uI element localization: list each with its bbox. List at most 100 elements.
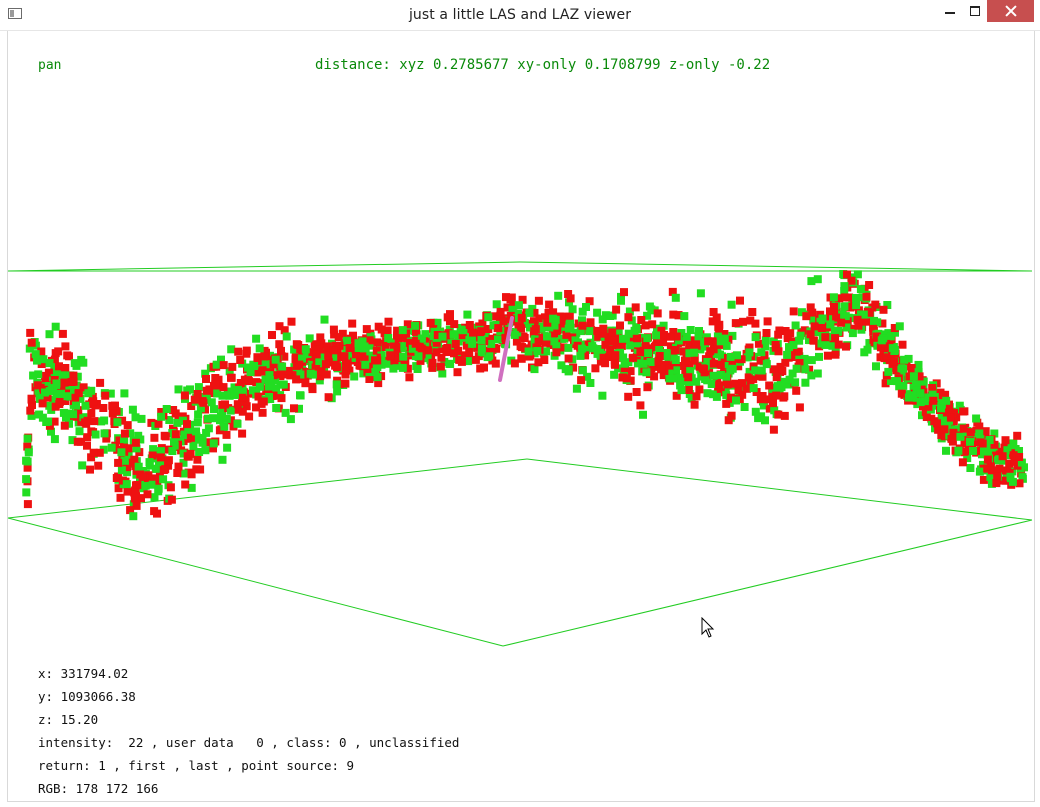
- point-marker: [75, 427, 84, 436]
- bounding-box-edge: [7, 517, 504, 647]
- point-marker: [89, 397, 98, 406]
- point-marker: [922, 413, 931, 421]
- point-marker: [568, 305, 577, 314]
- bounding-box-edge: [7, 261, 521, 272]
- point-marker: [167, 495, 176, 504]
- point-marker: [432, 348, 441, 357]
- point-marker: [789, 307, 798, 316]
- point-marker: [134, 462, 143, 471]
- point-marker: [272, 404, 281, 412]
- point-marker: [107, 443, 116, 452]
- point-marker: [96, 378, 105, 387]
- point-marker: [87, 409, 96, 417]
- point-marker: [156, 453, 165, 462]
- point-marker: [74, 389, 83, 398]
- point-marker: [601, 359, 610, 368]
- point-marker: [740, 403, 749, 411]
- point-marker: [130, 494, 139, 503]
- point-marker: [89, 448, 98, 457]
- point-marker: [550, 321, 559, 330]
- point-marker: [35, 410, 44, 419]
- point-marker: [837, 318, 846, 327]
- point-marker: [236, 356, 245, 364]
- point-marker: [446, 310, 454, 319]
- point-cloud-scene[interactable]: [0, 0, 1040, 807]
- point-marker: [785, 375, 794, 384]
- point-marker: [807, 277, 816, 286]
- point-marker: [296, 391, 305, 400]
- point-marker: [565, 324, 573, 333]
- point-marker: [320, 315, 329, 324]
- point-marker: [995, 464, 1004, 473]
- point-marker: [362, 325, 371, 334]
- point-marker: [657, 365, 666, 374]
- point-marker: [983, 455, 992, 464]
- point-marker: [738, 379, 746, 388]
- point-marker: [724, 416, 733, 425]
- point-marker: [840, 302, 849, 311]
- point-marker: [69, 377, 78, 386]
- point-marker: [769, 399, 777, 408]
- point-marker: [904, 393, 913, 402]
- point-marker: [517, 313, 526, 322]
- point-marker: [588, 342, 597, 351]
- point-marker: [120, 389, 129, 398]
- point-marker: [853, 315, 862, 324]
- point-marker: [123, 421, 132, 430]
- point-marker: [62, 413, 70, 422]
- point-marker: [29, 371, 38, 380]
- point-marker: [879, 305, 888, 314]
- point-marker: [792, 386, 801, 395]
- point-marker: [715, 381, 724, 390]
- point-marker: [219, 383, 228, 392]
- point-marker: [947, 434, 956, 443]
- point-marker: [772, 373, 781, 382]
- point-marker: [341, 359, 350, 368]
- point-marker: [578, 366, 587, 375]
- point-marker: [51, 322, 60, 331]
- point-marker: [531, 325, 540, 334]
- point-marker: [966, 428, 975, 437]
- point-marker: [382, 359, 391, 368]
- point-marker: [491, 359, 500, 368]
- point-marker: [897, 389, 906, 398]
- point-marker: [94, 461, 103, 470]
- point-marker: [761, 336, 770, 345]
- point-marker: [301, 345, 310, 354]
- point-marker: [180, 391, 189, 400]
- point-marker: [238, 393, 247, 402]
- point-marker: [469, 328, 477, 337]
- point-marker: [308, 370, 317, 379]
- point-marker: [624, 313, 633, 322]
- point-marker: [684, 386, 693, 394]
- point-marker: [619, 373, 627, 382]
- point-marker: [55, 362, 63, 371]
- point-marker: [572, 384, 581, 393]
- point-marker: [117, 448, 126, 457]
- point-marker: [398, 363, 407, 372]
- point-marker: [564, 343, 573, 352]
- point-marker: [61, 342, 70, 351]
- point-marker: [692, 392, 701, 401]
- point-marker: [52, 379, 61, 388]
- point-marker: [993, 472, 1002, 481]
- point-marker: [271, 355, 280, 364]
- point-marker: [680, 312, 689, 321]
- point-marker: [780, 392, 789, 401]
- point-marker: [193, 455, 202, 464]
- point-marker: [774, 330, 783, 339]
- point-marker: [350, 372, 359, 381]
- bounding-box-edge: [526, 458, 1033, 521]
- point-marker: [223, 443, 232, 452]
- point-marker: [348, 319, 357, 328]
- point-marker: [496, 307, 505, 316]
- point-marker: [624, 392, 633, 401]
- point-marker: [360, 342, 369, 351]
- point-marker: [42, 418, 51, 426]
- point-marker: [114, 458, 123, 467]
- point-marker: [564, 354, 573, 363]
- info-rgb: RGB: 178 172 166: [38, 781, 159, 796]
- point-marker: [550, 337, 559, 346]
- point-marker: [128, 405, 137, 414]
- point-marker: [698, 364, 707, 373]
